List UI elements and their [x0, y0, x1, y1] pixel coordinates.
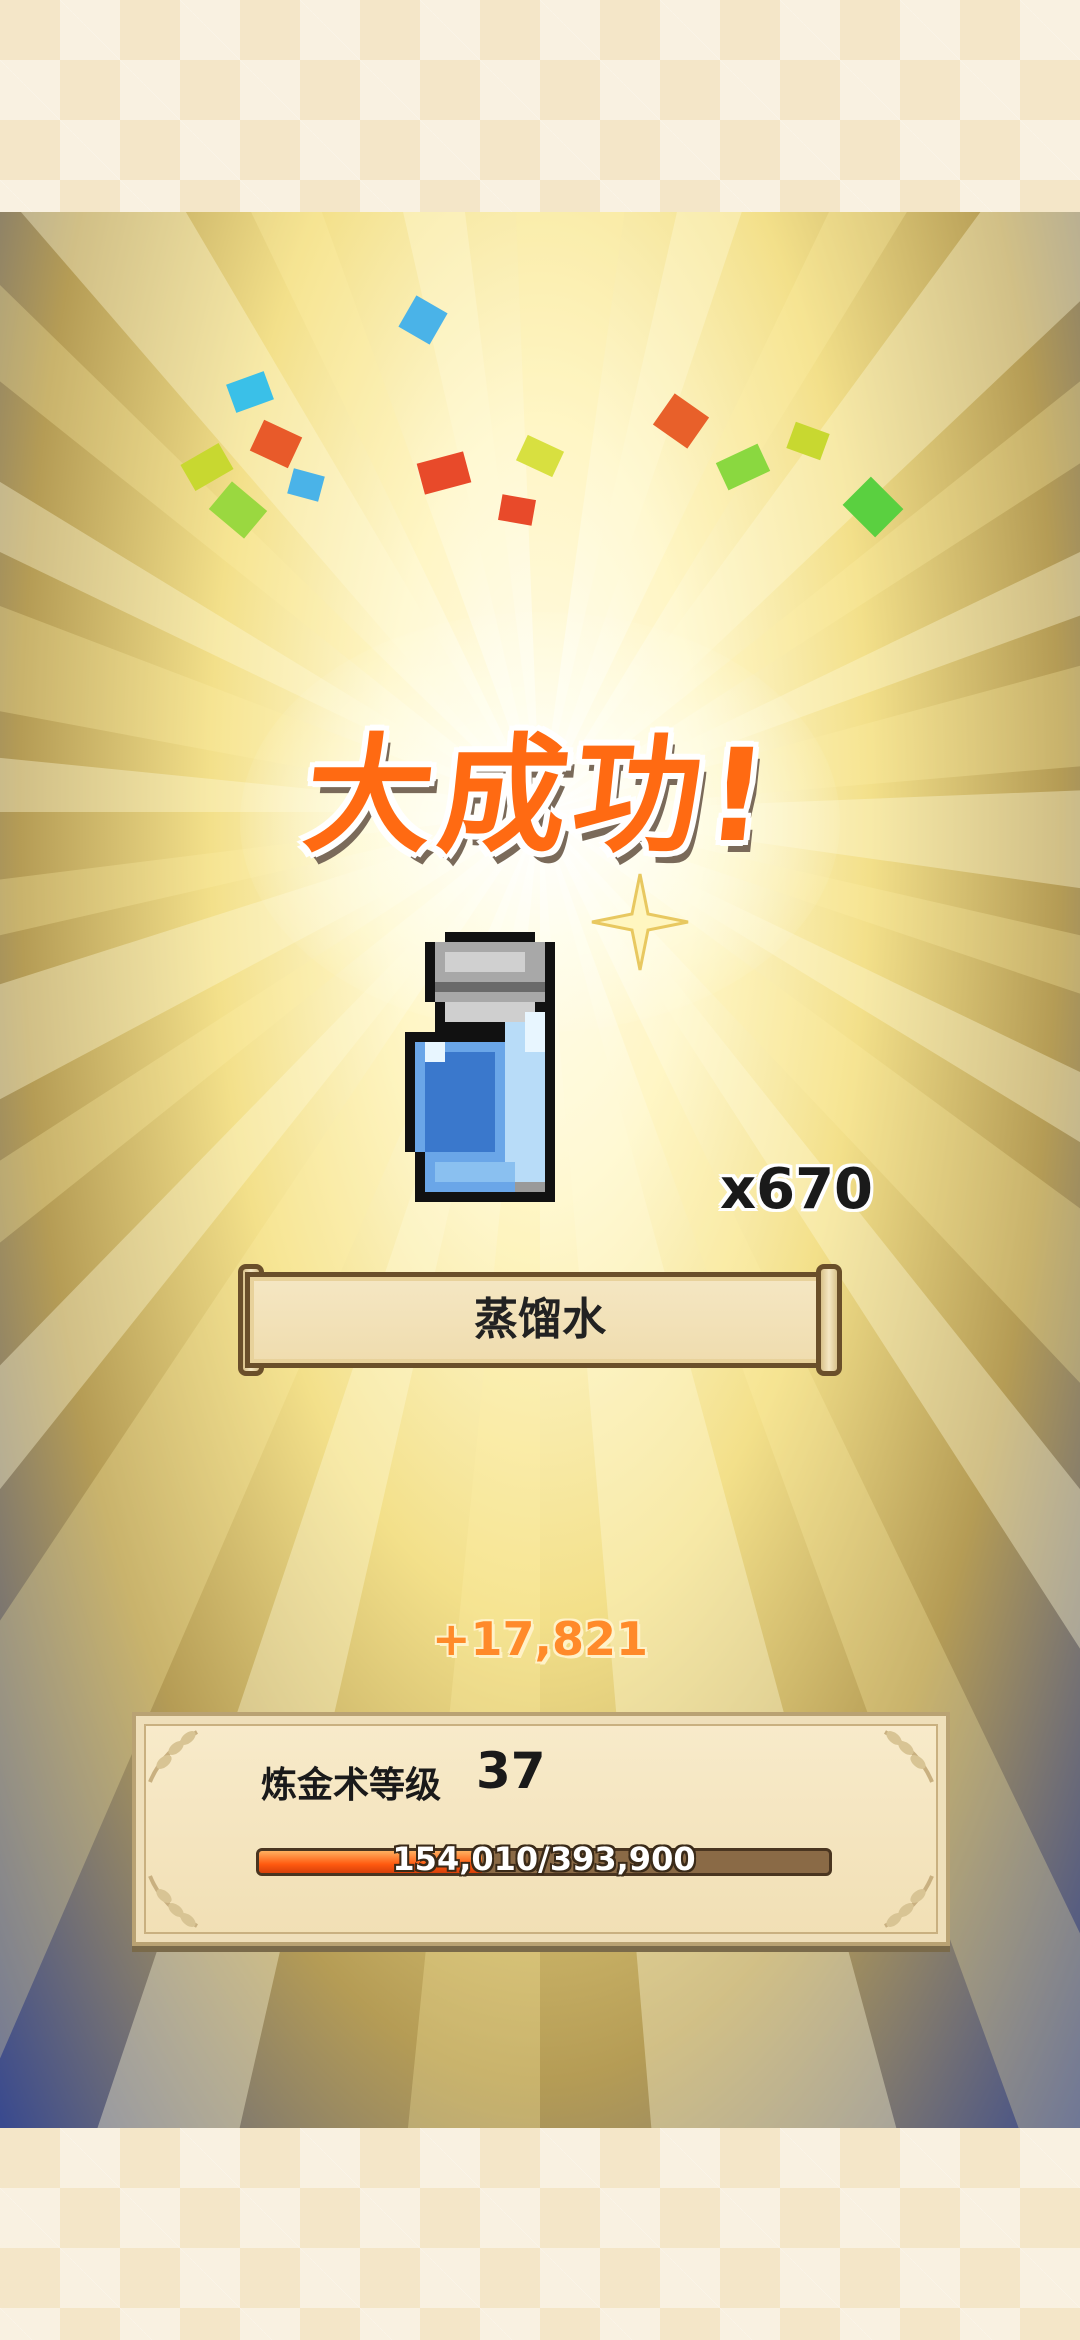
item-name: 蒸馏水: [474, 1294, 606, 1345]
laurel-ornament-icon: [148, 1875, 198, 1928]
laurel-ornament-icon: [884, 1730, 934, 1783]
item-name-banner: 蒸馏水: [245, 1272, 835, 1368]
laurel-ornament-icon: [148, 1730, 198, 1783]
experience-progress-text: 154,010/393,900: [392, 1840, 696, 1878]
bottom-pattern-border: [0, 2128, 1080, 2340]
top-pattern-border: [0, 0, 1080, 212]
result-stage[interactable]: 大成功! x670 蒸馏水 +17,821 炼金术等级 37 154,010/3…: [0, 212, 1080, 2128]
distilled-water-bottle-icon: [405, 932, 555, 1202]
alchemy-level-panel: 炼金术等级 37 154,010/393,900: [132, 1712, 950, 1946]
screen[interactable]: 大成功! x670 蒸馏水 +17,821 炼金术等级 37 154,010/3…: [0, 0, 1080, 2340]
great-success-title: 大成功!: [297, 722, 780, 871]
alchemy-level-value: 37: [476, 1742, 546, 1800]
item-quantity: x670: [720, 1157, 874, 1222]
laurel-ornament-icon: [884, 1875, 934, 1928]
banner-scroll-end-right: [816, 1264, 842, 1376]
confetti-piece: [498, 494, 536, 526]
experience-gain: +17,821: [431, 1612, 649, 1666]
alchemy-level-label: 炼金术等级: [261, 1765, 442, 1806]
